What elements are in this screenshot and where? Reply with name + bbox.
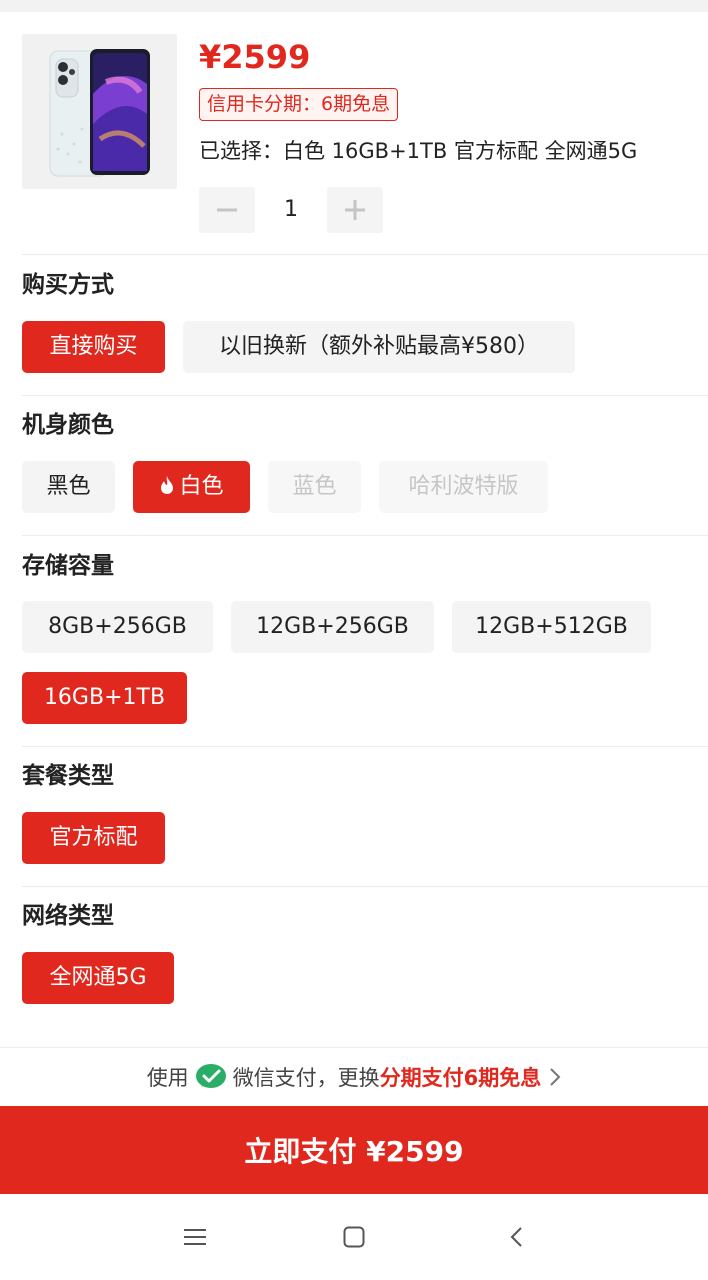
back-icon[interactable] [499,1220,533,1254]
chevron-right-icon [550,1068,561,1086]
installment-badge: 信用卡分期：6期免息 [199,88,399,121]
divider [22,254,708,255]
menu-icon[interactable] [178,1220,212,1254]
storage-option-12-256[interactable]: 12GB+256GB [231,601,434,653]
color-section-title: 机身颜色 [22,412,114,438]
storage-option-16-1tb[interactable]: 16GB+1TB [22,672,187,724]
system-navigation-bar [0,1194,708,1280]
payment-method-text: 微信支付，更换 [232,1066,380,1090]
installment-promo: 分期支付6期免息 [379,1066,542,1090]
option-trade-in[interactable]: 以旧换新（额外补贴最高¥580） [183,321,575,373]
divider [22,535,708,536]
divider [22,886,708,887]
payment-prefix: 使用 [146,1066,189,1090]
color-option-blue[interactable]: 蓝色 [268,461,361,513]
home-square-icon[interactable] [337,1220,371,1254]
product-image [22,34,177,189]
increase-quantity-button[interactable] [327,187,383,233]
color-option-harry-potter[interactable]: 哈利波特版 [379,461,548,513]
storage-option-12-512[interactable]: 12GB+512GB [452,601,651,653]
divider [22,746,708,747]
pay-now-button[interactable]: 立即支付 ¥2599 [0,1106,708,1194]
divider [22,395,708,396]
phone-illustration [49,49,150,177]
quantity-value[interactable]: 1 [256,187,326,233]
wechat-pay-icon [195,1064,226,1088]
top-strip [0,0,708,12]
option-direct-buy[interactable]: 直接购买 [22,321,165,373]
payment-method-switch[interactable]: 使用 微信支付，更换 分期支付6期免息 [0,1047,708,1106]
purchase-sheet: ¥2599 信用卡分期：6期免息 已选择：白色 16GB+1TB 官方标配 全网… [0,12,708,1106]
package-section-title: 套餐类型 [22,763,114,789]
storage-section-title: 存储容量 [22,553,114,579]
product-price: ¥2599 [199,38,311,76]
flame-icon [161,476,174,494]
storage-option-8-256[interactable]: 8GB+256GB [22,601,213,653]
selected-summary: 已选择：白色 16GB+1TB 官方标配 全网通5G [199,139,638,163]
network-option-5g[interactable]: 全网通5G [22,952,174,1004]
color-option-white[interactable]: 白色 [133,461,250,513]
plus-icon [345,200,365,220]
color-option-white-label: 白色 [179,474,224,499]
decrease-quantity-button[interactable] [199,187,255,233]
package-option-standard[interactable]: 官方标配 [22,812,165,864]
network-section-title: 网络类型 [22,903,114,929]
minus-icon [217,208,237,212]
purchase-method-title: 购买方式 [22,272,114,298]
color-option-black[interactable]: 黑色 [22,461,115,513]
